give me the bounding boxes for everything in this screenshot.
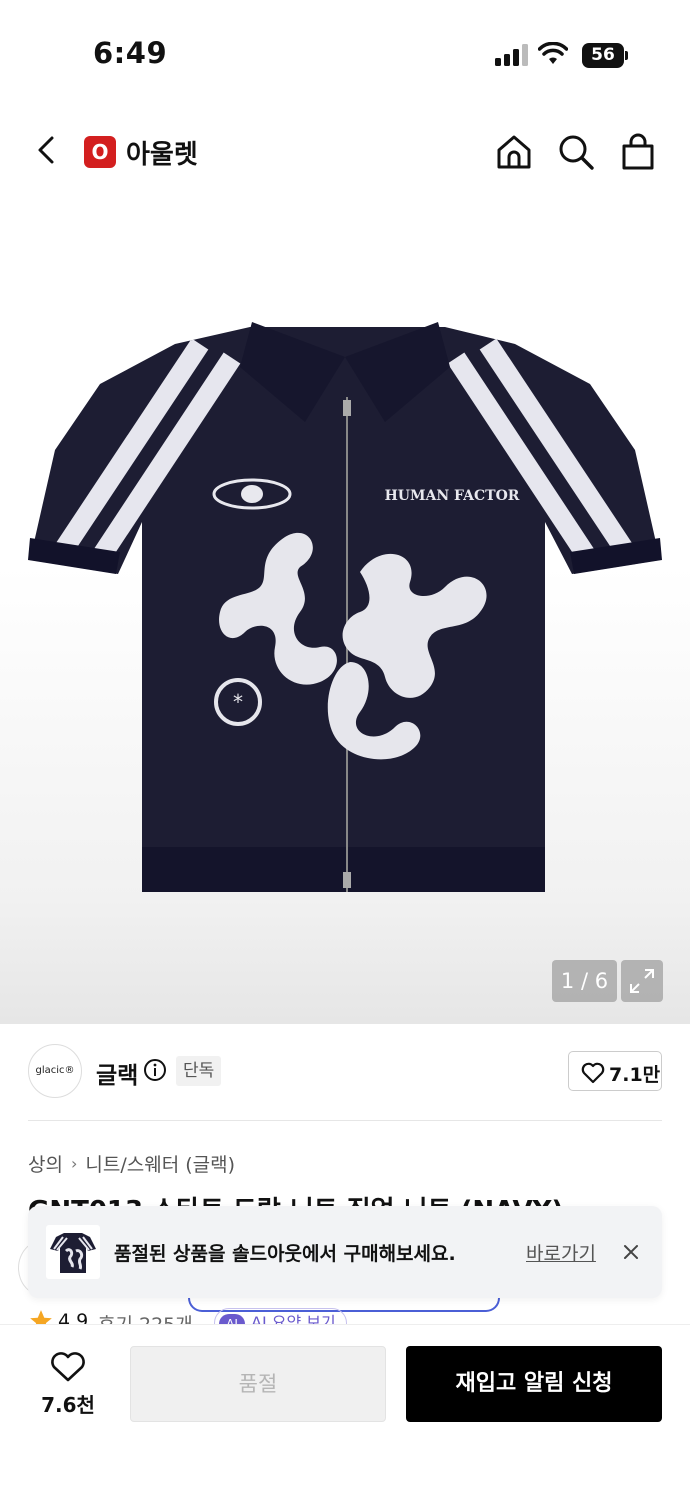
exclusive-badge: 단독 bbox=[176, 1056, 222, 1086]
bottom-action-bar: 7.6천 품절 재입고 알림 신청 bbox=[0, 1324, 690, 1500]
heart-icon bbox=[581, 1062, 605, 1084]
product-photo: HUMAN FACTOR * bbox=[28, 322, 662, 892]
brand-row: glacic® 글랙 단독 7.1만 bbox=[0, 1024, 690, 1120]
chevron-right-icon: › bbox=[70, 1154, 78, 1173]
home-icon bbox=[497, 135, 531, 169]
brand-like-button[interactable]: 7.1만 bbox=[568, 1051, 662, 1091]
product-graphic-text: HUMAN FACTOR bbox=[385, 488, 520, 504]
cellular-signal-icon bbox=[495, 44, 529, 66]
ai-summary-label: AI 요약 보기 bbox=[251, 1313, 336, 1324]
breadcrumb: 상의 › 니트/스웨터 (글랙) bbox=[28, 1150, 235, 1177]
expand-icon bbox=[630, 969, 654, 993]
battery-level: 56 bbox=[582, 43, 624, 68]
brand-like-count: 7.1만 bbox=[609, 1064, 661, 1086]
soldout-button: 품절 bbox=[130, 1346, 386, 1422]
status-bar: 6:49 56 bbox=[0, 0, 690, 110]
cart-button[interactable] bbox=[618, 132, 658, 172]
wifi-icon bbox=[537, 41, 569, 66]
wishlist-count: 7.6천 bbox=[41, 1393, 95, 1417]
battery-icon: 56 bbox=[582, 43, 628, 68]
rating-row: 4.9 후기 225개 AI AI 요약 보기 bbox=[28, 1306, 662, 1324]
review-count[interactable]: 후기 225개 bbox=[98, 1310, 193, 1324]
wishlist-button[interactable]: 7.6천 bbox=[28, 1349, 108, 1421]
outlet-logo: O bbox=[84, 136, 116, 168]
shopping-bag-icon bbox=[622, 133, 654, 170]
breadcrumb-subcategory[interactable]: 니트/스웨터 (글랙) bbox=[85, 1150, 235, 1177]
toast-message: 품절된 상품을 솔드아웃에서 구매해보세요. bbox=[114, 1243, 456, 1265]
breadcrumb-category[interactable]: 상의 bbox=[28, 1150, 63, 1177]
divider bbox=[28, 1120, 662, 1121]
info-icon[interactable] bbox=[143, 1058, 167, 1082]
chevron-left-icon bbox=[38, 136, 54, 164]
search-icon bbox=[559, 135, 594, 170]
status-time: 6:49 bbox=[93, 36, 168, 70]
toast-go-link[interactable]: 바로가기 bbox=[526, 1239, 596, 1266]
toast-close-button[interactable] bbox=[620, 1241, 642, 1263]
image-counter: 1 / 6 bbox=[552, 960, 617, 1002]
page-title: 아울렛 bbox=[126, 140, 198, 170]
brand-avatar[interactable]: glacic® bbox=[28, 1044, 82, 1098]
close-icon bbox=[624, 1245, 638, 1259]
soldout-toast: 품절된 상품을 솔드아웃에서 구매해보세요. 바로가기 bbox=[28, 1206, 662, 1298]
svg-text:*: * bbox=[233, 690, 243, 714]
brand-name[interactable]: 글랙 bbox=[96, 1056, 138, 1090]
rating-score: 4.9 bbox=[58, 1310, 89, 1324]
star-icon bbox=[30, 1310, 52, 1324]
restock-alert-button[interactable]: 재입고 알림 신청 bbox=[406, 1346, 662, 1422]
expand-image-button[interactable] bbox=[621, 960, 663, 1002]
product-image-gallery[interactable]: HUMAN FACTOR * 1 / 6 bbox=[0, 192, 690, 1024]
back-button[interactable] bbox=[32, 132, 64, 168]
heart-icon bbox=[51, 1352, 85, 1382]
ai-summary-button[interactable]: AI AI 요약 보기 bbox=[214, 1308, 347, 1324]
top-navigation: O 아울렛 bbox=[0, 110, 690, 192]
ai-badge: AI bbox=[219, 1313, 245, 1324]
toast-product-thumbnail bbox=[46, 1225, 100, 1279]
home-button[interactable] bbox=[494, 132, 534, 172]
search-button[interactable] bbox=[556, 132, 596, 172]
